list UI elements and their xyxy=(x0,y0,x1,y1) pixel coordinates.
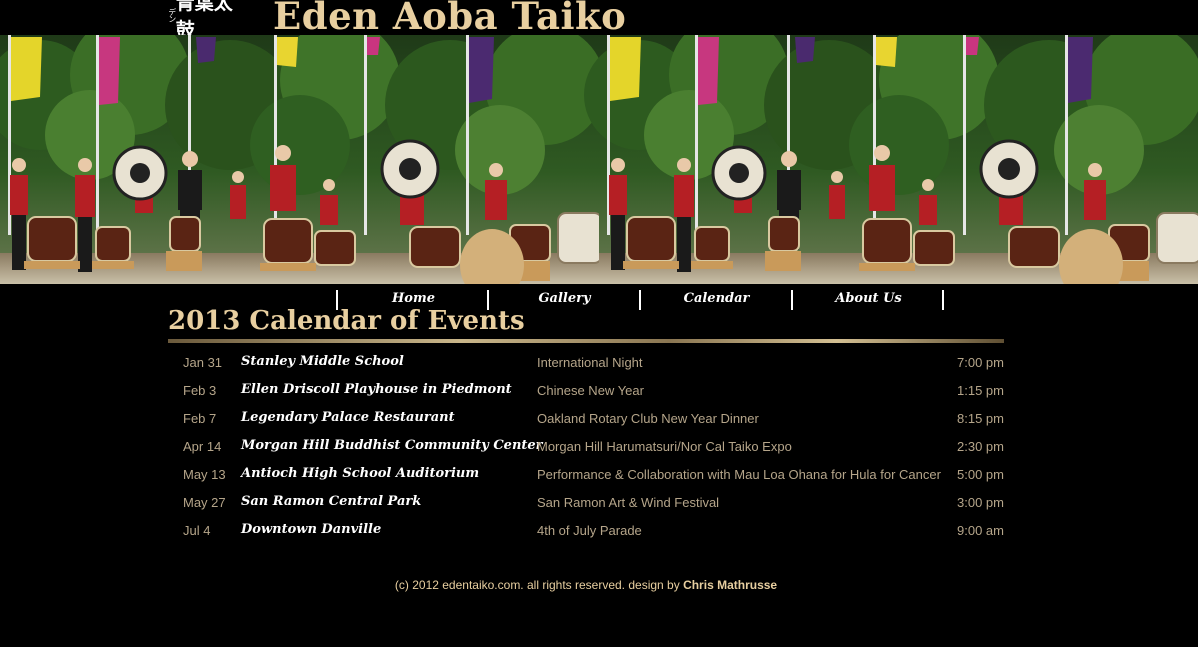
nav-divider xyxy=(942,290,944,310)
event-time: 7:00 pm xyxy=(957,355,1004,370)
event-venue: Stanley Middle School xyxy=(241,354,404,369)
event-time: 2:30 pm xyxy=(957,439,1004,454)
site-logo[interactable]: デン 青葉太鼓 xyxy=(164,0,250,41)
event-time: 3:00 pm xyxy=(957,495,1004,510)
event-name: Morgan Hill Harumatsuri/Nor Cal Taiko Ex… xyxy=(537,439,792,454)
event-name: San Ramon Art & Wind Festival xyxy=(537,495,720,510)
copyright-text: (c) 2012 edentaiko.com. all rights reser… xyxy=(394,578,680,592)
event-date: May 13 xyxy=(183,467,226,482)
event-row: Feb 7 Legendary Palace Restaurant Oaklan… xyxy=(0,405,1198,433)
event-venue: Morgan Hill Buddhist Community Center xyxy=(241,438,543,453)
site-title: Eden Aoba Taiko xyxy=(273,0,627,38)
site-footer: (c) 2012 edentaiko.com. all rights reser… xyxy=(0,578,1198,592)
event-venue: Legendary Palace Restaurant xyxy=(241,410,455,425)
event-time: 1:15 pm xyxy=(957,383,1004,398)
event-date: Feb 7 xyxy=(183,411,217,426)
event-name: Performance & Collaboration with Mau Loa… xyxy=(537,467,941,482)
event-date: Jul 4 xyxy=(183,523,211,538)
event-name: International Night xyxy=(537,355,643,370)
page-title: 2013 Calendar of Events xyxy=(168,306,525,336)
event-date: Apr 14 xyxy=(183,439,222,454)
designer-link[interactable]: Chris Mathrusse xyxy=(683,578,777,592)
event-time: 8:15 pm xyxy=(957,411,1004,426)
event-venue: Ellen Driscoll Playhouse in Piedmont xyxy=(241,382,512,397)
event-date: Jan 31 xyxy=(183,355,223,370)
hero-banner-image xyxy=(0,35,1198,284)
event-row: May 13 Antioch High School Auditorium Pe… xyxy=(0,461,1198,489)
title-divider xyxy=(168,339,1004,343)
event-row: Feb 3 Ellen Driscoll Playhouse in Piedmo… xyxy=(0,377,1198,405)
event-name: Chinese New Year xyxy=(537,383,644,398)
event-venue: San Ramon Central Park xyxy=(241,494,422,509)
event-time: 5:00 pm xyxy=(957,467,1004,482)
event-name: 4th of July Parade xyxy=(537,523,642,538)
event-row: Apr 14 Morgan Hill Buddhist Community Ce… xyxy=(0,433,1198,461)
event-time: 9:00 am xyxy=(957,523,1004,538)
event-row: Jan 31 Stanley Middle School Internation… xyxy=(0,349,1198,377)
nav-about-us[interactable]: About Us xyxy=(791,290,944,310)
event-venue: Downtown Danville xyxy=(241,522,382,537)
site-header: デン 青葉太鼓 Eden Aoba Taiko xyxy=(0,0,1198,41)
taiko-performance-photo xyxy=(0,35,1198,284)
logo-vertical-text: デン xyxy=(167,8,177,22)
event-row: May 27 San Ramon Central Park San Ramon … xyxy=(0,489,1198,517)
event-date: Feb 3 xyxy=(183,383,217,398)
event-venue: Antioch High School Auditorium xyxy=(241,466,480,481)
event-name: Oakland Rotary Club New Year Dinner xyxy=(537,411,759,426)
nav-calendar[interactable]: Calendar xyxy=(639,290,792,310)
event-date: May 27 xyxy=(183,495,226,510)
event-row: Jul 4 Downtown Danville 4th of July Para… xyxy=(0,517,1198,545)
